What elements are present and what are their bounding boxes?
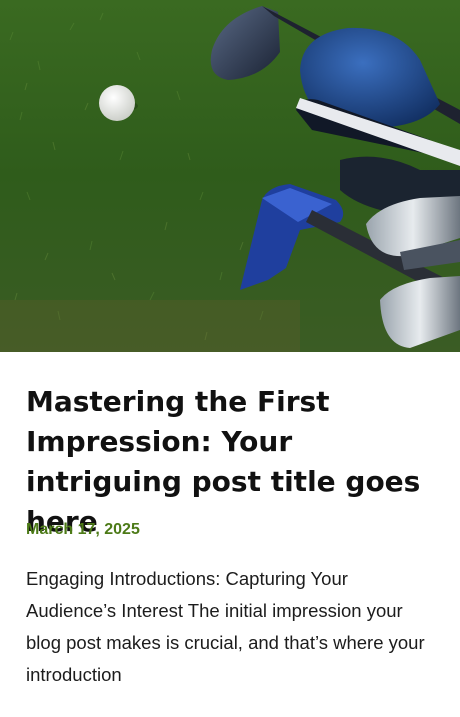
golf-clubs-photo-icon xyxy=(0,0,460,352)
blog-post-card[interactable]: Mastering the First Impression: Your int… xyxy=(0,0,460,717)
post-excerpt: Engaging Introductions: Capturing Your A… xyxy=(26,568,425,685)
post-featured-image[interactable] xyxy=(0,0,460,352)
post-title[interactable]: Mastering the First Impression: Your int… xyxy=(26,382,446,542)
golf-ball-icon xyxy=(99,85,135,121)
post-date: March 17, 2025 xyxy=(26,521,140,538)
